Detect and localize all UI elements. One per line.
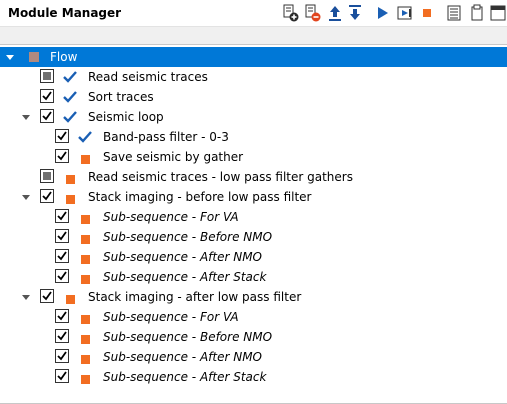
- status-pending-icon: [78, 210, 92, 224]
- check-mark-icon: [57, 251, 67, 261]
- status-pending-icon: [78, 310, 92, 324]
- remove-module-icon[interactable]: [304, 4, 322, 22]
- tree-item-label: Read seismic traces - low pass filter ga…: [88, 170, 353, 184]
- tree-item-label: Sub-sequence - For VA: [103, 310, 239, 324]
- check-mark-icon: [57, 131, 67, 141]
- tree-item-label: Seismic loop: [88, 110, 164, 124]
- status-pending-icon: [78, 230, 92, 244]
- tree-item[interactable]: Read seismic traces: [0, 67, 507, 87]
- module-tree[interactable]: Flow Read seismic traces Sort traces Seism…: [0, 44, 507, 404]
- check-mark-icon: [42, 191, 52, 201]
- status-done-icon: [63, 90, 77, 104]
- checkbox[interactable]: [55, 349, 69, 363]
- expand-arrow-icon[interactable]: [21, 192, 31, 202]
- check-mark-icon: [57, 151, 67, 161]
- check-mark-icon: [42, 111, 52, 121]
- tree-item[interactable]: Sort traces: [0, 87, 507, 107]
- tree-item-label: Save seismic by gather: [103, 150, 244, 164]
- tree-item-label: Sub-sequence - After NMO: [103, 350, 262, 364]
- status-pending-icon: [63, 190, 77, 204]
- clipboard-icon[interactable]: [468, 4, 486, 22]
- tree-item-label: Sub-sequence - Before NMO: [103, 330, 273, 344]
- status-done-icon: [63, 70, 77, 84]
- tree-item[interactable]: Sub-sequence - After NMO: [0, 247, 507, 267]
- tree-item-label: Stack imaging - before low pass filter: [88, 190, 312, 204]
- expand-arrow-icon[interactable]: [21, 292, 31, 302]
- checkbox[interactable]: [55, 149, 69, 163]
- status-pending-icon: [78, 370, 92, 384]
- checkbox[interactable]: [40, 109, 54, 123]
- panel-title: Module Manager: [8, 6, 122, 20]
- status-pending-icon: [78, 330, 92, 344]
- tree-item-label: Sub-sequence - For VA: [103, 210, 239, 224]
- tree-root-flow[interactable]: Flow: [0, 47, 507, 67]
- tree-item[interactable]: Save seismic by gather: [0, 147, 507, 167]
- tree-item[interactable]: Sub-sequence - For VA: [0, 307, 507, 327]
- check-mark-icon: [42, 91, 52, 101]
- move-down-icon[interactable]: [346, 4, 364, 22]
- tree-item-label: Sub-sequence - Before NMO: [103, 230, 273, 244]
- list-icon[interactable]: [445, 4, 463, 22]
- tree-item-label: Sub-sequence - After NMO: [103, 250, 262, 264]
- tree-item-label: Sub-sequence - After Stack: [103, 370, 267, 384]
- check-mark-icon: [57, 271, 67, 281]
- tree-item[interactable]: Stack imaging - after low pass filter: [0, 287, 507, 307]
- tree-item-label: Sort traces: [88, 90, 154, 104]
- tree-item[interactable]: Sub-sequence - After Stack: [0, 367, 507, 387]
- check-mark-icon: [57, 371, 67, 381]
- status-done-icon: [63, 110, 77, 124]
- stop-icon[interactable]: [418, 4, 436, 22]
- checkbox[interactable]: [40, 189, 54, 203]
- expand-arrow-icon[interactable]: [21, 112, 31, 122]
- check-mark-icon: [42, 291, 52, 301]
- checkbox[interactable]: [55, 309, 69, 323]
- tree-item[interactable]: Sub-sequence - Before NMO: [0, 327, 507, 347]
- status-pending-icon: [63, 170, 77, 184]
- partial-checkbox[interactable]: [40, 169, 54, 183]
- checkbox[interactable]: [55, 209, 69, 223]
- tree-item-label: Read seismic traces: [88, 70, 208, 84]
- checkbox[interactable]: [55, 249, 69, 263]
- tree-root-label: Flow: [50, 50, 78, 64]
- tree-item-label: Stack imaging - after low pass filter: [88, 290, 302, 304]
- add-module-icon[interactable]: [282, 4, 300, 22]
- toolbar-separator-bar: [0, 26, 507, 45]
- check-mark-icon: [57, 331, 67, 341]
- tree-item-label: Band-pass filter - 0-3: [103, 130, 229, 144]
- tree-item[interactable]: Band-pass filter - 0-3: [0, 127, 507, 147]
- tree-item[interactable]: Sub-sequence - After NMO: [0, 347, 507, 367]
- move-up-icon[interactable]: [326, 4, 344, 22]
- tree-item[interactable]: Sub-sequence - After Stack: [0, 267, 507, 287]
- window-icon[interactable]: [489, 4, 507, 22]
- tree-item-label: Sub-sequence - After Stack: [103, 270, 267, 284]
- tree-item[interactable]: Stack imaging - before low pass filter: [0, 187, 507, 207]
- check-mark-icon: [57, 311, 67, 321]
- status-pending-icon: [78, 250, 92, 264]
- checkbox[interactable]: [40, 89, 54, 103]
- status-pending-icon: [63, 290, 77, 304]
- check-mark-icon: [57, 211, 67, 221]
- checkbox[interactable]: [55, 269, 69, 283]
- partial-checkbox[interactable]: [40, 69, 54, 83]
- run-icon[interactable]: [374, 4, 392, 22]
- check-mark-icon: [57, 231, 67, 241]
- checkbox[interactable]: [55, 129, 69, 143]
- status-pending-icon: [78, 350, 92, 364]
- checkbox[interactable]: [55, 369, 69, 383]
- checkbox[interactable]: [55, 229, 69, 243]
- check-mark-icon: [57, 351, 67, 361]
- checkbox[interactable]: [55, 329, 69, 343]
- tree-item[interactable]: Sub-sequence - For VA: [0, 207, 507, 227]
- expand-arrow-icon[interactable]: [5, 52, 15, 62]
- flow-icon: [29, 52, 39, 62]
- tree-item[interactable]: Read seismic traces - low pass filter ga…: [0, 167, 507, 187]
- status-pending-icon: [78, 270, 92, 284]
- checkbox[interactable]: [40, 289, 54, 303]
- status-pending-icon: [78, 150, 92, 164]
- status-done-icon: [78, 130, 92, 144]
- run-step-icon[interactable]: [396, 4, 414, 22]
- tree-item[interactable]: Seismic loop: [0, 107, 507, 127]
- panel-header: Module Manager: [0, 0, 507, 26]
- tree-item[interactable]: Sub-sequence - Before NMO: [0, 227, 507, 247]
